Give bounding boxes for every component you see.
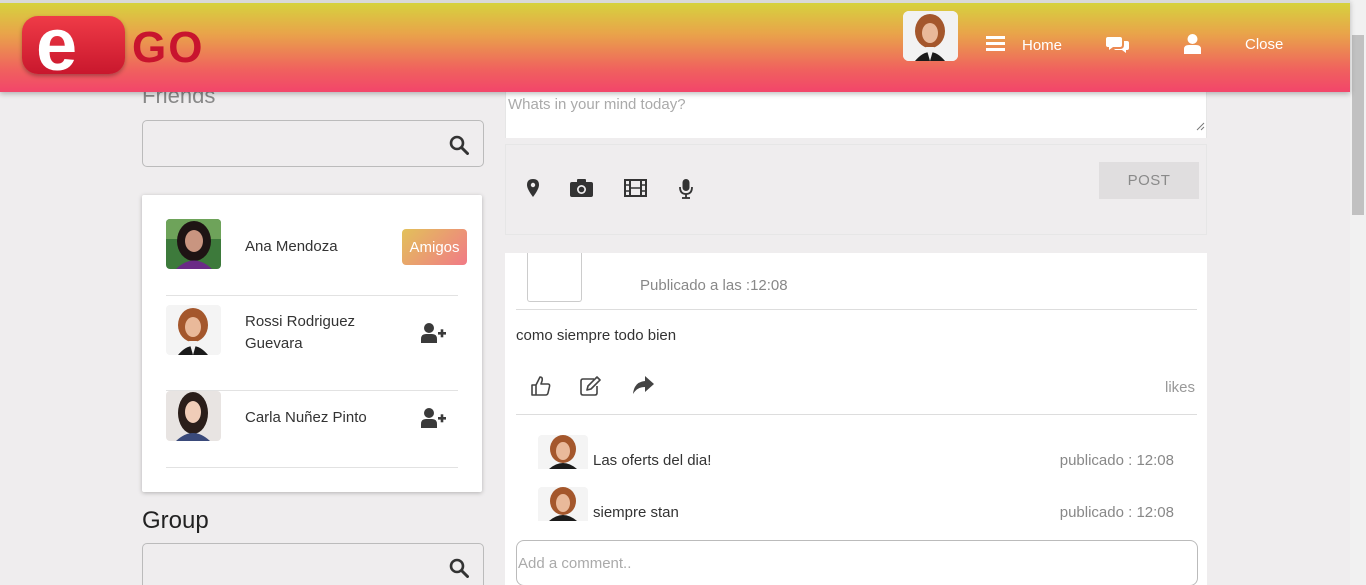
comment-avatar[interactable] [538, 487, 588, 521]
top-header: e GO Home Close [0, 0, 1350, 92]
friends-list-card: Ana Mendoza Amigos Rossi Rodriguez Gueva… [142, 195, 482, 492]
nav-home-link[interactable]: Home [986, 35, 1062, 55]
friend-avatar[interactable] [166, 219, 221, 269]
nav-home-label: Home [1022, 36, 1063, 54]
search-icon[interactable] [449, 558, 469, 583]
microphone-icon[interactable] [679, 179, 693, 204]
likes-count-label[interactable]: likes [1165, 379, 1195, 396]
group-search-input[interactable] [142, 543, 484, 585]
add-comment-placeholder: Add a comment.. [518, 555, 632, 572]
post-author-avatar[interactable] [527, 253, 582, 302]
logo-letter: e [36, 3, 78, 86]
page-scrollbar-thumb[interactable] [1352, 35, 1364, 215]
logo-word: GO [132, 23, 205, 72]
camera-icon[interactable] [570, 179, 593, 202]
feed-post-card: Publicado a las :12:08 como siempre todo… [505, 253, 1207, 585]
post-divider-top [516, 309, 1197, 310]
video-film-icon[interactable] [624, 179, 647, 202]
comment-item: siempre stan publicado : 12:08 [538, 487, 1174, 523]
friends-search-input[interactable] [142, 120, 484, 167]
post-timestamp: Publicado a las :12:08 [640, 277, 788, 294]
profile-user-icon[interactable] [1184, 34, 1201, 54]
ego-logo[interactable]: e GO [22, 3, 205, 86]
logo-badge: e [22, 3, 125, 86]
add-friend-icon[interactable] [421, 408, 446, 433]
friend-avatar[interactable] [166, 391, 221, 441]
friend-name: Ana Mendoza [245, 238, 338, 255]
share-forward-icon[interactable] [633, 376, 654, 399]
post-textarea-placeholder: Whats in your mind today? [508, 96, 686, 113]
search-icon[interactable] [449, 135, 469, 160]
post-toolbar: POST [505, 144, 1207, 235]
friend-item-rossi[interactable]: Rossi Rodriguez Guevara [166, 296, 458, 391]
comment-timestamp: publicado : 12:08 [1059, 504, 1174, 521]
comment-avatar[interactable] [538, 435, 588, 469]
post-button[interactable]: POST [1099, 162, 1199, 199]
chat-icon[interactable] [1106, 36, 1129, 54]
friend-name: Rossi Rodriguez Guevara [245, 313, 356, 352]
post-textarea[interactable]: Whats in your mind today? [505, 92, 1207, 138]
friend-item-ana[interactable]: Ana Mendoza Amigos [166, 195, 467, 296]
comment-text: siempre stan [593, 504, 679, 521]
comment-item: Las oferts del dia! publicado : 12:08 [538, 435, 1174, 471]
header-avatar[interactable] [903, 11, 958, 61]
friend-name: Carla Nuñez Pinto [245, 409, 367, 426]
amigos-button[interactable]: Amigos [402, 229, 467, 265]
edit-comment-icon[interactable] [580, 376, 601, 401]
group-heading: Group [142, 507, 209, 534]
comment-timestamp: publicado : 12:08 [1059, 452, 1174, 469]
friend-avatar[interactable] [166, 305, 221, 355]
add-friend-icon[interactable] [421, 323, 446, 348]
nav-close-link[interactable]: Close [1245, 36, 1283, 53]
friend-item-carla[interactable]: Carla Nuñez Pinto [166, 391, 458, 468]
textarea-resize-handle[interactable] [1196, 118, 1205, 136]
hamburger-menu-icon [986, 35, 1005, 55]
post-divider-bottom [516, 414, 1197, 415]
location-pin-icon[interactable] [527, 179, 539, 202]
comment-text: Las oferts del dia! [593, 452, 712, 469]
like-thumbs-up-icon[interactable] [531, 376, 551, 401]
add-comment-input[interactable]: Add a comment.. [516, 540, 1198, 585]
post-body-text: como siempre todo bien [516, 327, 677, 344]
